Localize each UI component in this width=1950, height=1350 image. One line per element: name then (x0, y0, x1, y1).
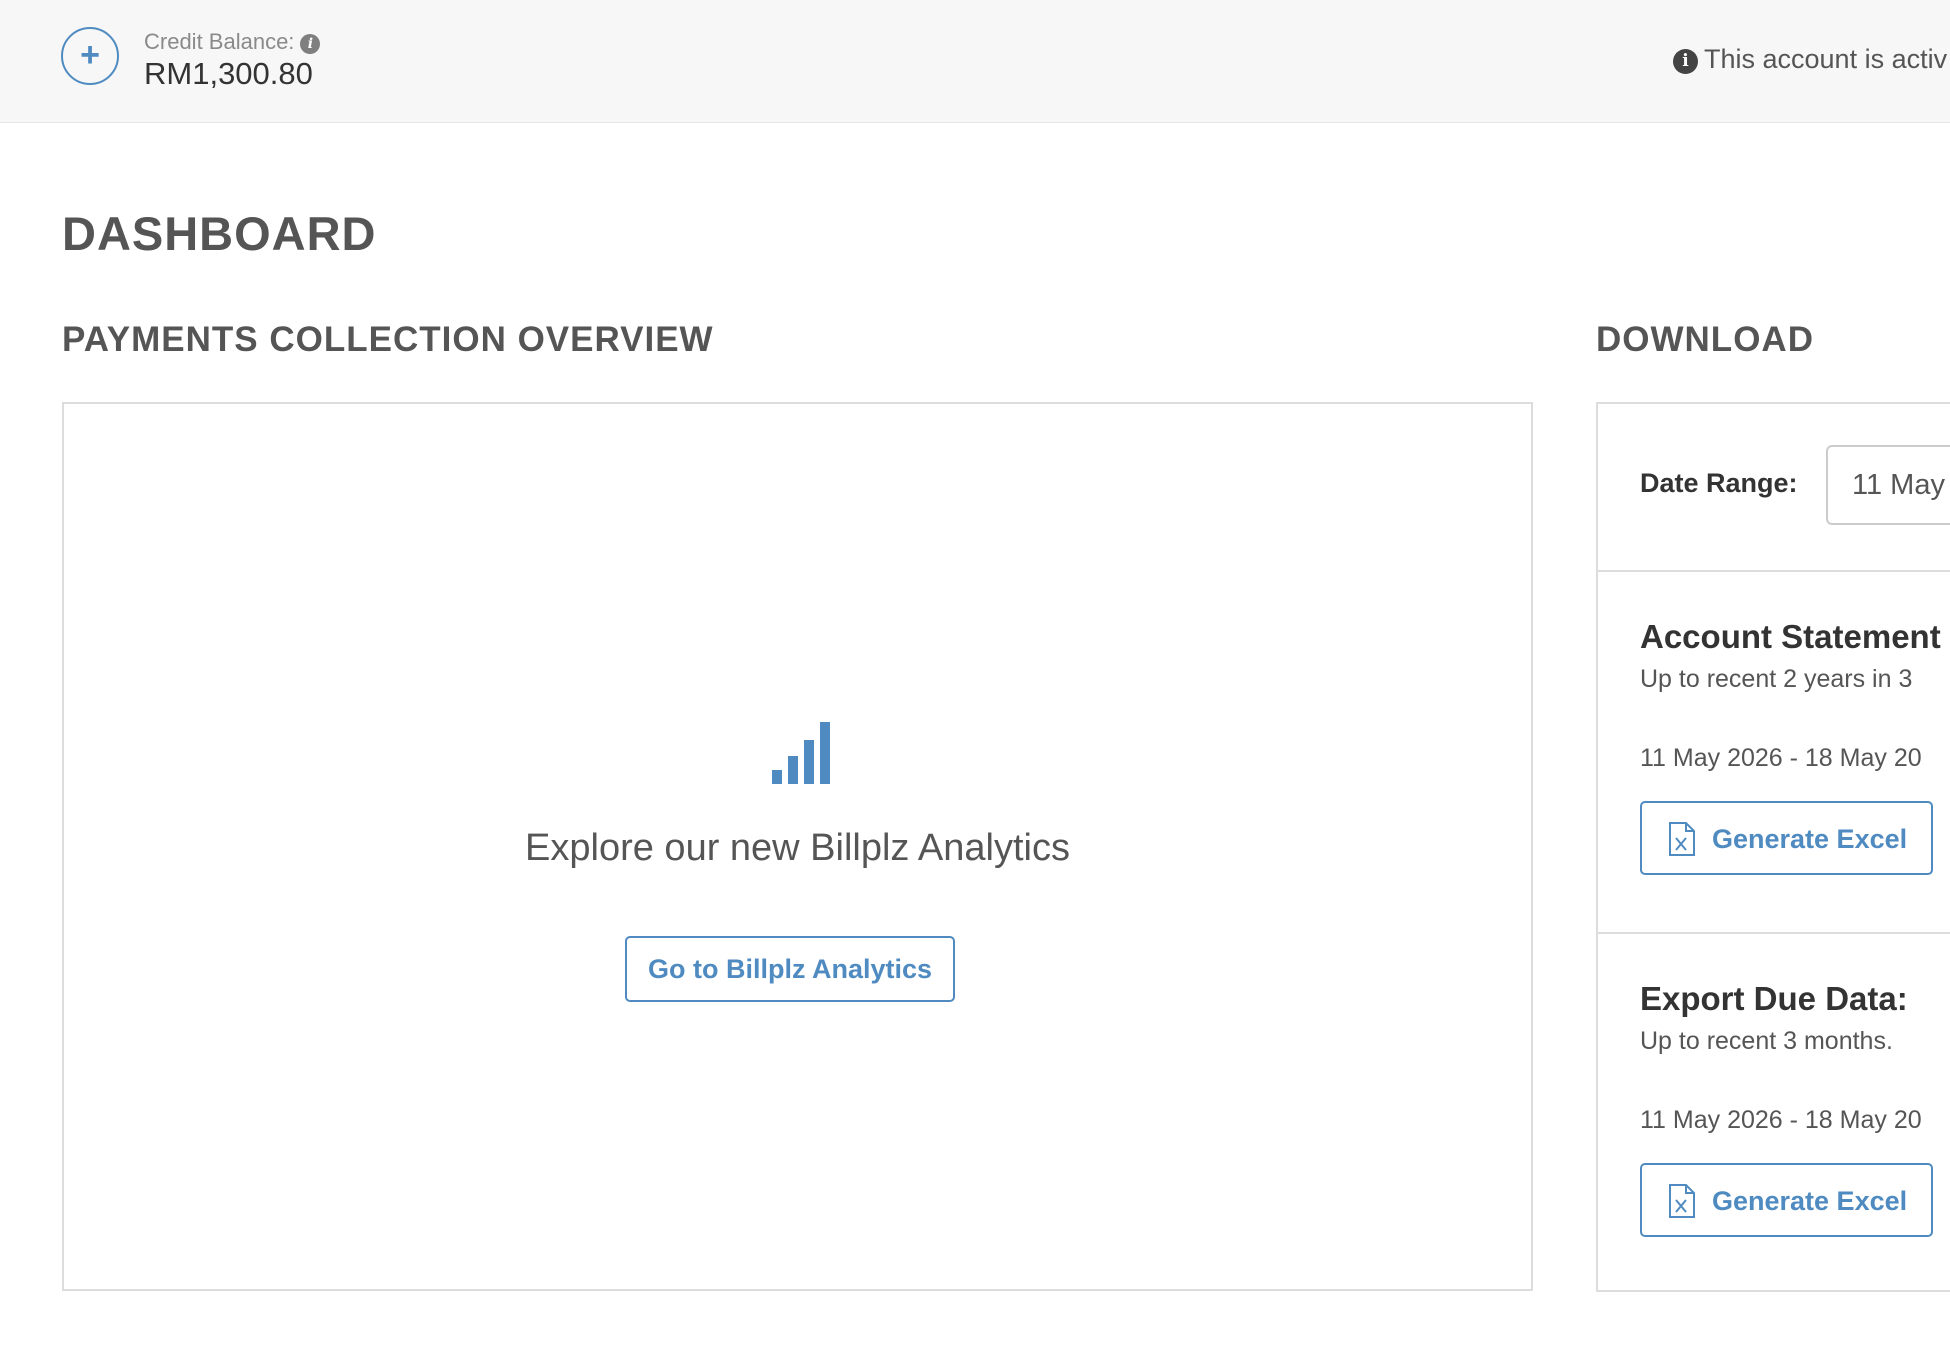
info-circle-icon: i (1673, 49, 1698, 74)
account-statement-description: Up to recent 2 years in 3 (1640, 665, 1913, 693)
top-bar: + Credit Balance: i RM1,300.80 i This acco… (0, 0, 1950, 123)
go-to-analytics-button[interactable]: Go to Billplz Analytics (625, 936, 955, 1002)
add-credit-button[interactable]: + (61, 27, 119, 85)
export-due-heading: Export Due Data: (1640, 980, 1908, 1017)
bar-chart-icon (772, 720, 832, 784)
download-panel: Date Range: 11 May Account Statement Up … (1596, 402, 1950, 1292)
generate-excel-label: Generate Excel (1712, 824, 1908, 854)
credit-balance-value: RM1,300.80 (144, 56, 313, 91)
main-content: DASHBOARD PAYMENTS COLLECTION OVERVIEW D… (0, 123, 1950, 1350)
account-status-text: This account is activ (1704, 44, 1948, 74)
export-due-description: Up to recent 3 months. (1640, 1027, 1893, 1055)
payments-overview-panel: Explore our new Billplz Analytics Go to … (62, 402, 1533, 1291)
export-due-section: Export Due Data: Up to recent 3 months. … (1598, 934, 1950, 1290)
credit-balance-label: Credit Balance: i (144, 29, 321, 55)
account-statement-heading: Account Statement (1640, 618, 1941, 655)
plus-icon: + (80, 36, 100, 74)
download-title: DOWNLOAD (1596, 320, 1814, 359)
generate-excel-statement-button[interactable]: Generate Excel (1640, 801, 1933, 875)
excel-file-icon (1669, 1184, 1695, 1218)
excel-file-icon (1669, 822, 1695, 856)
generate-excel-due-button[interactable]: Generate Excel (1640, 1163, 1933, 1237)
credit-balance-label-text: Credit Balance: (144, 29, 295, 54)
account-statement-range: 11 May 2026 - 18 May 20 (1640, 744, 1922, 772)
date-range-input[interactable]: 11 May (1826, 445, 1950, 525)
date-range-row: Date Range: 11 May (1598, 404, 1950, 572)
info-icon[interactable]: i (300, 34, 321, 54)
payments-overview-title: PAYMENTS COLLECTION OVERVIEW (62, 320, 714, 359)
account-statement-section: Account Statement Up to recent 2 years i… (1598, 572, 1950, 934)
generate-excel-label: Generate Excel (1712, 1186, 1908, 1216)
export-due-range: 11 May 2026 - 18 May 20 (1640, 1106, 1922, 1134)
analytics-promo-text: Explore our new Billplz Analytics (525, 827, 1070, 869)
page-title: DASHBOARD (62, 207, 377, 260)
date-range-label: Date Range: (1640, 468, 1798, 498)
account-status-notice: i This account is activ (1673, 44, 1947, 75)
